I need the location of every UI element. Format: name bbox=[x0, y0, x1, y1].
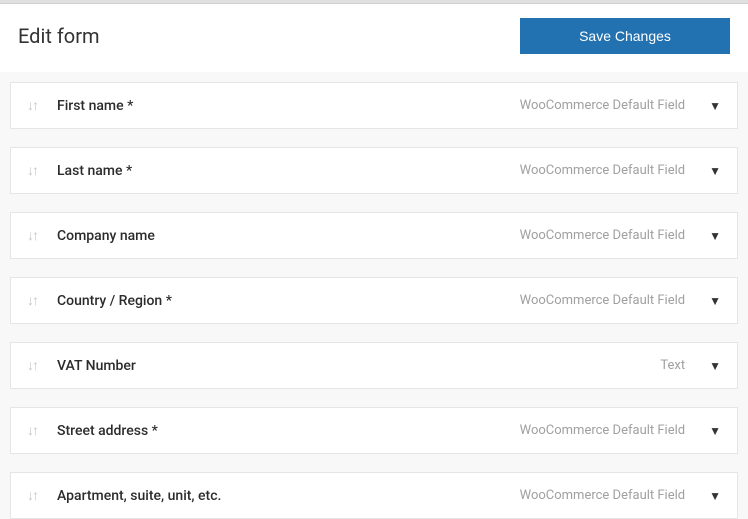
expand-caret-icon[interactable]: ▼ bbox=[709, 164, 721, 178]
fields-list: ↓↑First name *WooCommerce Default Field▼… bbox=[0, 82, 748, 519]
field-label: First name * bbox=[57, 98, 520, 114]
field-type-label: WooCommerce Default Field bbox=[520, 423, 686, 438]
drag-handle-icon[interactable]: ↓↑ bbox=[27, 97, 37, 114]
expand-caret-icon[interactable]: ▼ bbox=[709, 424, 721, 438]
drag-handle-icon[interactable]: ↓↑ bbox=[27, 292, 37, 309]
page-title: Edit form bbox=[18, 24, 100, 48]
expand-caret-icon[interactable]: ▼ bbox=[709, 294, 721, 308]
save-changes-button[interactable]: Save Changes bbox=[520, 18, 730, 54]
field-label: Street address * bbox=[57, 423, 520, 439]
field-row[interactable]: ↓↑ Street address *WooCommerce Default Fi… bbox=[10, 407, 738, 454]
expand-caret-icon[interactable]: ▼ bbox=[709, 359, 721, 373]
field-label: Country / Region * bbox=[57, 293, 520, 309]
field-row[interactable]: ↓↑ VAT NumberText ▼ bbox=[10, 342, 738, 389]
field-row[interactable]: ↓↑ First name *WooCommerce Default Field ▼ bbox=[10, 82, 738, 129]
field-type-label: WooCommerce Default Field bbox=[520, 163, 686, 178]
field-type-label: WooCommerce Default Field bbox=[520, 488, 686, 503]
drag-handle-icon[interactable]: ↓↑ bbox=[27, 487, 37, 504]
drag-handle-icon[interactable]: ↓↑ bbox=[27, 422, 37, 439]
field-label: Last name * bbox=[57, 163, 520, 179]
field-row[interactable]: ↓↑ Apartment, suite, unit, etc.WooCommerc… bbox=[10, 472, 738, 519]
drag-handle-icon[interactable]: ↓↑ bbox=[27, 227, 37, 244]
drag-handle-icon[interactable]: ↓↑ bbox=[27, 162, 37, 179]
expand-caret-icon[interactable]: ▼ bbox=[709, 229, 721, 243]
field-type-label: WooCommerce Default Field bbox=[520, 228, 686, 243]
expand-caret-icon[interactable]: ▼ bbox=[709, 489, 721, 503]
expand-caret-icon[interactable]: ▼ bbox=[709, 99, 721, 113]
field-label: Apartment, suite, unit, etc. bbox=[57, 488, 520, 504]
field-label: Company name bbox=[57, 228, 520, 244]
field-label: VAT Number bbox=[57, 358, 660, 374]
field-row[interactable]: ↓↑ Company nameWooCommerce Default Field ▼ bbox=[10, 212, 738, 259]
field-type-label: WooCommerce Default Field bbox=[520, 293, 686, 308]
field-row[interactable]: ↓↑ Country / Region *WooCommerce Default … bbox=[10, 277, 738, 324]
field-type-label: WooCommerce Default Field bbox=[520, 98, 686, 113]
field-type-label: Text bbox=[660, 358, 685, 373]
drag-handle-icon[interactable]: ↓↑ bbox=[27, 357, 37, 374]
field-row[interactable]: ↓↑ Last name *WooCommerce Default Field ▼ bbox=[10, 147, 738, 194]
page-header: Edit form Save Changes bbox=[0, 4, 748, 72]
